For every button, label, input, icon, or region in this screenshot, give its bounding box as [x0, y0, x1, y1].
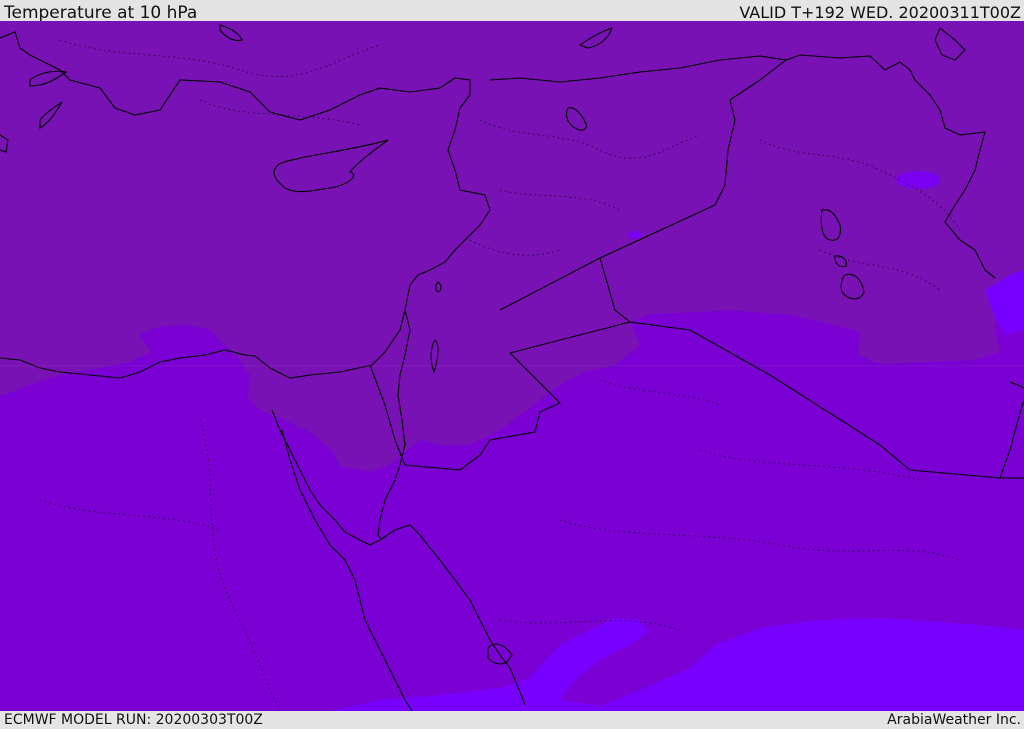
temp-band-warm-patch	[896, 171, 940, 189]
model-run-label: ECMWF MODEL RUN: 20200303T00Z	[4, 712, 263, 728]
temperature-map[interactable]	[0, 21, 1024, 711]
map-title: Temperature at 10 hPa	[4, 3, 198, 23]
footer-bar: ECMWF MODEL RUN: 20200303T00Z ArabiaWeat…	[0, 711, 1024, 729]
header-bar: Temperature at 10 hPa VALID T+192 WED. 2…	[0, 0, 1024, 23]
valid-time-label: VALID T+192 WED. 20200311T00Z	[739, 3, 1021, 22]
temp-band-warm-patch-2	[628, 231, 642, 239]
credit-label: ArabiaWeather Inc.	[887, 712, 1021, 728]
map-panel[interactable]	[0, 21, 1024, 711]
